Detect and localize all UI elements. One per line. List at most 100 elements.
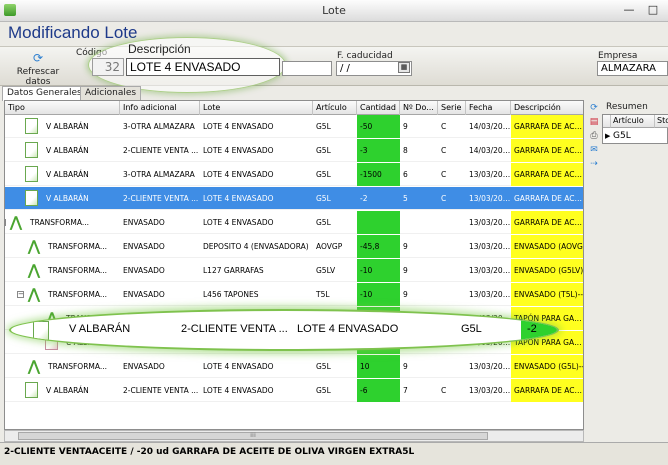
maximize-button[interactable]: □ (642, 2, 664, 19)
col-articulo[interactable]: Artículo (313, 101, 357, 115)
table-row[interactable]: ⋀ TRANSFORMA... ENVASADO DEPOSITO 4 (ENVASA… (5, 235, 583, 258)
table-row[interactable]: ⋀ − TRANSFORMA... ENVASADO L456 TAPONES T5L -1… (5, 283, 583, 306)
cell-lote: LOTE 4 ENVASADO (203, 218, 274, 227)
table-row[interactable]: V ALBARÁN 3-OTRA ALMAZARA LOTE 4 ENVASADO G… (5, 163, 583, 186)
calendar-icon[interactable]: ▦ (398, 62, 410, 73)
table-row[interactable]: V ALBARÁN 2-CLIENTE VENTA ... LOTE 4 ENVAS… (5, 187, 583, 210)
cell-info: 3-OTRA ALMAZARA (123, 122, 195, 131)
tree-expander-icon[interactable]: − (17, 291, 24, 298)
cell-descripcion: ENVASADO (T5L)-- (511, 283, 583, 306)
fecha-caducidad-label: F. caducidad (337, 51, 393, 61)
cell-descripcion: GARRAFA DE ACEITE (511, 115, 583, 138)
table-row[interactable]: V ALBARÁN 3-OTRA ALMAZARA LOTE 4 ENVASADO G… (5, 115, 583, 138)
cell-tipo: TRANSFORMA... (48, 362, 108, 371)
col-lote[interactable]: Lote (200, 101, 313, 115)
cell-lote: LOTE 4 ENVASADO (203, 386, 274, 395)
cell-serie (438, 259, 466, 282)
cell-articulo: G5L (316, 362, 331, 371)
table-row[interactable]: V ALBARÁN 2-CLIENTE VENTA ... LOTE 4 ENVAS… (5, 379, 583, 402)
cell-ndoc (400, 211, 438, 234)
cell-descripcion: GARRAFA DE ACEITE (511, 139, 583, 162)
descripcion-input[interactable]: LOTE 4 ENVASADO (126, 58, 280, 76)
resumen-col-stock[interactable]: Sto (655, 115, 668, 128)
print-icon[interactable]: ⎙ (588, 130, 600, 142)
empresa-field[interactable]: ALMAZARA (597, 61, 668, 76)
codigo-field[interactable]: 32 (92, 58, 124, 76)
cell-tipo: V ALBARÁN (46, 386, 89, 395)
sales-doc-icon (25, 142, 38, 158)
grid-side-toolbar: ⟳ ▤ ⎙ ✉ ⇢ (586, 100, 602, 180)
resumen-indicator-header (603, 115, 611, 128)
scrollbar-thumb[interactable]: ⁞⁞⁞ (18, 432, 488, 440)
form-title: Modificando Lote (8, 23, 138, 42)
cell-info: 2-CLIENTE VENTA ... (123, 146, 199, 155)
col-serie[interactable]: Serie (438, 101, 466, 115)
col-info[interactable]: Info adicional (120, 101, 200, 115)
cell-serie (438, 355, 466, 378)
cell-serie: C (441, 122, 447, 131)
col-ndoc[interactable]: Nº Do... (400, 101, 438, 115)
refresh-button[interactable]: ⟳ Refrescar datos (4, 52, 72, 88)
cell-fecha: 14/03/2014 (469, 122, 511, 131)
export-icon[interactable]: ▤ (588, 116, 600, 128)
refresh-grid-icon[interactable]: ⟳ (588, 102, 600, 114)
empresa-label: Empresa (598, 51, 638, 61)
minimize-button[interactable]: — (618, 2, 640, 19)
cell-ndoc: 9 (403, 362, 408, 371)
table-row[interactable]: ⋀− TRANSFORMA... ENVASADO LOTE 4 ENVASADO G5… (5, 211, 583, 234)
zoom-lote: LOTE 4 ENVASADO (297, 323, 399, 335)
zoom-articulo: G5L (461, 323, 482, 335)
selected-row-zoom-lens: V ALBARÁN 2-CLIENTE VENTA ... LOTE 4 ENV… (9, 309, 559, 351)
cell-cantidad: -6 (357, 379, 400, 402)
tree-expander-icon[interactable]: − (5, 219, 6, 226)
cell-lote: LOTE 4 ENVASADO (203, 146, 274, 155)
tab-adicionales[interactable]: Adicionales (80, 86, 142, 100)
cell-cantidad: -3 (357, 139, 400, 162)
cell-serie: C (441, 194, 447, 203)
mail-icon[interactable]: ✉ (588, 144, 600, 156)
cell-cantidad: -10 (357, 259, 400, 282)
cell-articulo: AOVGP (316, 242, 343, 251)
resumen-grid[interactable]: Artículo Sto ▶ G5L (602, 114, 668, 144)
title-bar: Lote — □ (0, 0, 668, 22)
descripcion-field-tail[interactable] (282, 61, 332, 76)
resumen-panel: Resumen Artículo Sto ▶ G5L (602, 100, 668, 430)
col-tipo[interactable]: Tipo (5, 101, 120, 115)
cell-fecha: 13/03/2014 (469, 362, 511, 371)
col-cantidad[interactable]: Cantidad (357, 101, 400, 115)
cell-fecha: 13/03/2014 (469, 386, 511, 395)
resumen-col-articulo[interactable]: Artículo (611, 115, 655, 128)
cell-cantidad: -1500 (357, 163, 400, 186)
grid-horizontal-scrollbar[interactable]: ⁞⁞⁞ (4, 430, 584, 442)
cell-lote: LOTE 4 ENVASADO (203, 362, 274, 371)
col-fecha[interactable]: Fecha (466, 101, 511, 115)
cell-lote: L127 GARRAFAS (203, 266, 264, 275)
transformation-icon: ⋀ (9, 213, 23, 231)
albaran-doc-icon (33, 321, 49, 341)
cell-lote: L456 TAPONES (203, 290, 259, 299)
table-row[interactable]: V ALBARÁN 2-CLIENTE VENTA ... LOTE 4 ENVAS… (5, 139, 583, 162)
table-row[interactable]: ⋀ TRANSFORMA... ENVASADO LOTE 4 ENVASADO G5L… (5, 355, 583, 378)
lote-tree-grid[interactable]: Tipo Info adicional Lote Artículo Cantid… (4, 100, 584, 430)
cell-tipo: TRANSFORMA... (48, 242, 108, 251)
resumen-articulo[interactable]: G5L (611, 129, 655, 143)
cell-descripcion: GARRAFA DE ACEITE (511, 163, 583, 186)
cell-fecha: 13/03/2014 (469, 266, 511, 275)
cell-tipo: V ALBARÁN (46, 122, 89, 131)
cell-serie (438, 211, 466, 234)
col-descripcion[interactable]: Descripción (511, 101, 583, 115)
tab-bar: Datos Generales Adicionales (0, 86, 600, 101)
tab-datos-generales[interactable]: Datos Generales (2, 86, 87, 101)
grid-header: Tipo Info adicional Lote Artículo Cantid… (5, 101, 583, 115)
send-icon[interactable]: ⇢ (588, 158, 600, 170)
cell-lote: LOTE 4 ENVASADO (203, 122, 274, 131)
cell-serie: C (441, 146, 447, 155)
cell-ndoc: 9 (403, 242, 408, 251)
cell-info: ENVASADO (123, 218, 165, 227)
cell-descripcion: ENVASADO (G5LV) (511, 259, 583, 282)
cell-cantidad: -45,8 (357, 235, 400, 258)
table-row[interactable]: ⋀ TRANSFORMA... ENVASADO L127 GARRAFAS G5LV -… (5, 259, 583, 282)
cell-descripcion: ENVASADO (AOVG (511, 235, 583, 258)
cell-tipo: TRANSFORMA... (48, 290, 108, 299)
cell-serie: C (441, 386, 447, 395)
